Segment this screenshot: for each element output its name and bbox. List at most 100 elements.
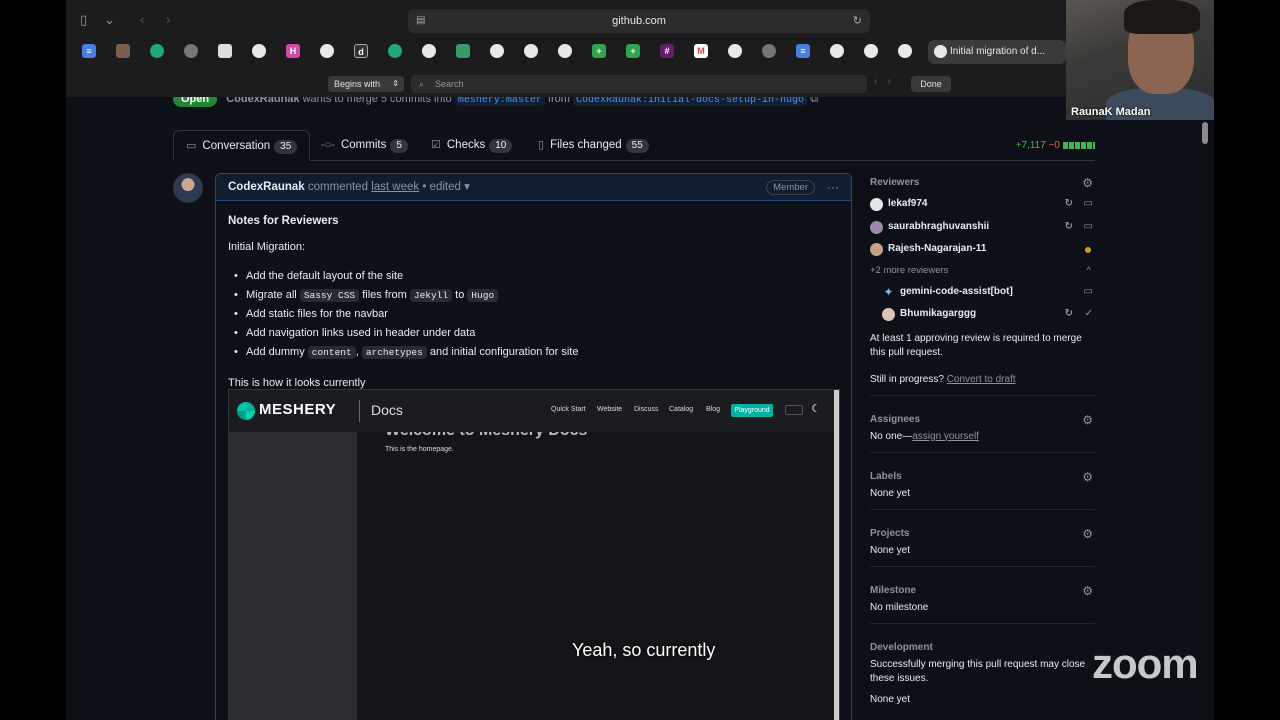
url-bar[interactable]: ▤ github.com ↻ [408,9,870,33]
reviewer-item[interactable]: saurabhraghuvanshii ↻ ▭ [870,216,1095,239]
h-tab-icon[interactable]: H [286,44,300,58]
re-request-icon[interactable]: ↻ [1065,216,1073,239]
reviewer-item[interactable]: Bhumikagarggg ↻ ✓ [882,303,1095,326]
development-section: Development Successfully merging this pu… [870,624,1095,715]
sidebar-toggle-icon[interactable]: ▯ [80,6,87,34]
github-tab-icon[interactable] [252,44,266,58]
right-letterbox [1214,0,1280,720]
openai-tab-icon[interactable] [762,44,776,58]
assignees-section: Assignees ⚙ No one—assign yourself [870,396,1095,453]
development-title: Development [870,641,933,653]
find-prev-next[interactable]: ‹› [874,76,901,87]
triangle-down-icon: ▾ [464,181,470,193]
gmail-tab-icon[interactable]: M [694,44,708,58]
avatar [870,198,883,211]
list-item: Add dummy content, archetypes and initia… [228,343,839,363]
find-input[interactable]: ⌕ Search [411,75,867,93]
chatgpt-tab-icon[interactable] [150,44,164,58]
docs-tab-icon[interactable]: ≡ [796,44,810,58]
participant-name: RaunaK Madan [1071,106,1151,118]
active-browser-tab[interactable]: Initial migration of d... [928,40,1066,64]
page-scrollbar[interactable] [1202,122,1208,144]
list-item: Migrate all Sassy CSS files from Jekyll … [228,286,839,306]
more-reviewers-toggle[interactable]: +2 more reviewers ^ [870,261,1095,281]
labels-section: Labels ⚙ None yet [870,453,1095,510]
site-settings-icon[interactable]: ▤ [416,9,425,33]
github-tab-icon[interactable] [864,44,878,58]
projects-title: Projects [870,527,910,539]
forward-icon[interactable]: › [166,6,170,34]
github-tab-icon[interactable] [524,44,538,58]
tab-checks[interactable]: ☑ Checks 10 [431,130,513,161]
draft-prompt: Still in progress? Convert to draft [870,373,1016,385]
github-tab-icon[interactable] [830,44,844,58]
generic-tab-icon[interactable] [218,44,232,58]
convert-to-draft-link[interactable]: Convert to draft [947,374,1016,385]
chevron-up-icon: ^ [1086,264,1091,276]
chatgpt-tab-icon[interactable] [388,44,402,58]
reviewer-item[interactable]: Rajesh-Nagarajan-11 [870,238,1095,261]
github-tab-icon[interactable] [490,44,504,58]
avatar [870,220,883,234]
url-text: github.com [612,15,666,27]
chevron-updown-icon: ⇕ [392,79,399,88]
comment-timestamp[interactable]: last week [371,181,419,193]
back-icon[interactable]: ‹ [140,6,144,34]
site-preview-screenshot[interactable]: MESHERY Docs Quick Start Website Discuss… [228,389,840,720]
gear-icon[interactable]: ⚙ [1082,176,1093,190]
member-badge: Member [766,180,815,195]
find-done-button[interactable]: Done [911,76,951,92]
tab-commits[interactable]: -○- Commits 5 [321,130,408,161]
gear-icon[interactable]: ⚙ [1082,584,1093,598]
assignees-title: Assignees [870,413,921,425]
d-tab-icon[interactable]: d [354,44,368,58]
tab-files-changed[interactable]: ▯ Files changed 55 [538,130,649,161]
milestone-value: No milestone [870,601,929,613]
chevron-down-icon[interactable]: ⌄ [104,6,115,34]
comment-intro: Initial Migration: [228,241,306,253]
docs-tab-icon[interactable]: ≡ [82,44,96,58]
tab-conversation[interactable]: ▭ Conversation 35 [173,130,311,161]
milestone-title: Milestone [870,584,917,596]
projects-value: None yet [870,544,911,556]
gear-icon[interactable]: ⚙ [1082,470,1093,484]
comment-outro: This is how it looks currently [228,376,366,389]
github-tab-icon[interactable] [728,44,742,58]
comment-icon: ▭ [1083,285,1093,297]
preview-nav-item: Discuss [634,406,659,413]
gear-icon[interactable]: ⚙ [1082,413,1093,427]
github-tab-icon[interactable] [898,44,912,58]
preview-nav-item: Blog [706,406,721,413]
sheets-tab-icon[interactable] [456,44,470,58]
pending-review-dot [1085,247,1091,253]
moon-icon: ☾ [811,403,821,415]
labels-title: Labels [870,470,902,482]
reload-icon[interactable]: ↻ [853,9,862,33]
github-tab-icon[interactable] [422,44,436,58]
sheets-tab-icon[interactable]: + [592,44,606,58]
avatar[interactable] [173,173,203,203]
reviewer-item[interactable]: ✦ gemini-code-assist[bot] ▭ [882,281,1095,304]
comment-author[interactable]: CodexRaunak [228,181,305,193]
github-tab-icon[interactable] [320,44,334,58]
pr-description-comment: CodexRaunak commented last week • edited… [215,173,852,720]
browser-chrome: ▯ ⌄ ‹ › ▤ github.com ↻ ≡ H d + + # M ≡ I… [66,0,1066,97]
github-tab-icon[interactable] [558,44,572,58]
openai-tab-icon[interactable] [184,44,198,58]
gear-icon[interactable]: ⚙ [1082,527,1093,541]
re-request-icon[interactable]: ↻ [1065,193,1073,216]
re-request-icon[interactable]: ↻ [1065,303,1073,326]
edited-dropdown[interactable]: • edited ▾ [422,181,470,193]
sheets-tab-icon[interactable]: + [626,44,640,58]
kebab-menu-icon[interactable]: ··· [827,174,839,201]
milestone-section: Milestone ⚙ No milestone [870,567,1095,624]
slack-tab-icon[interactable]: # [660,44,674,58]
reviewer-item[interactable]: lekaf974 ↻ ▭ [870,193,1095,216]
address-bar-row: ▯ ⌄ ‹ › ▤ github.com ↻ [66,6,1066,34]
comment-icon: ▭ [1083,198,1093,209]
assign-yourself-link[interactable]: assign yourself [912,431,979,442]
profile-tab-icon[interactable] [116,44,130,58]
zoom-watermark: zoom [1092,640,1199,687]
find-mode-select[interactable]: Begins with ⇕ [328,76,404,92]
preview-scrollbar [834,390,839,720]
